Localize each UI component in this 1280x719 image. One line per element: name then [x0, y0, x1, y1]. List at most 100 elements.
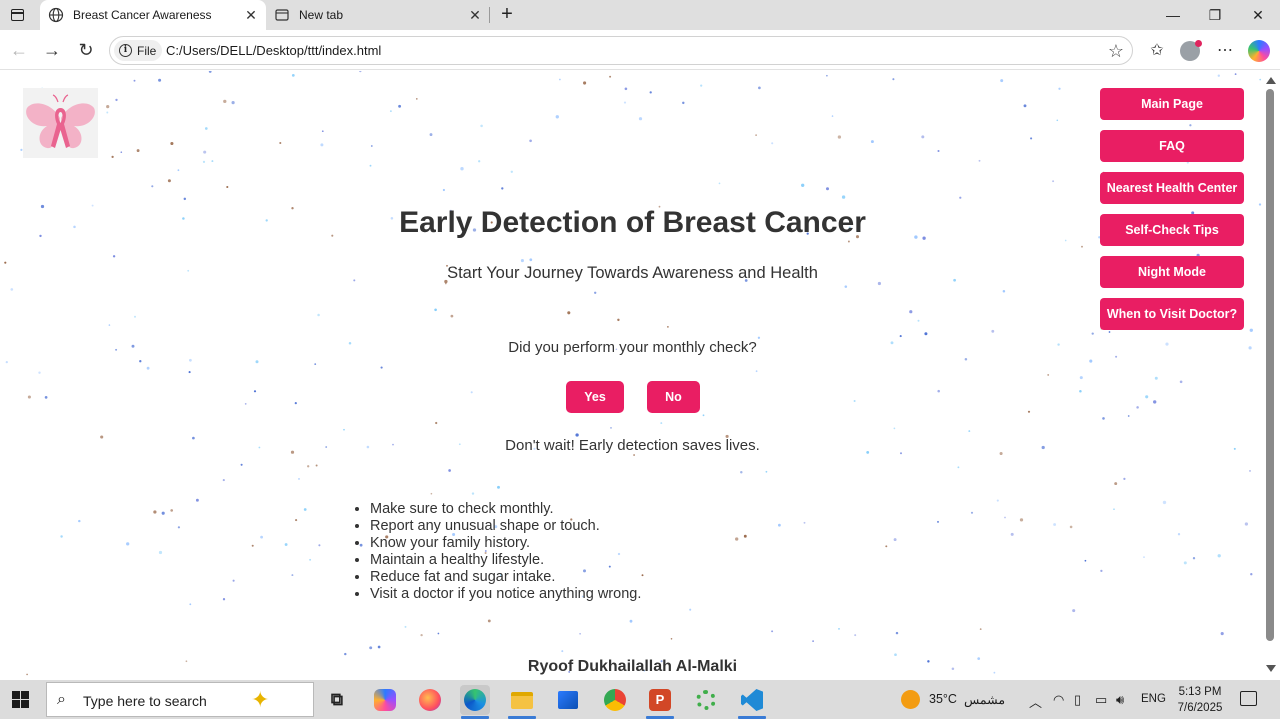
notification-icon[interactable] — [1240, 691, 1257, 706]
copilot-icon[interactable] — [1248, 40, 1270, 62]
forward-arrow-icon[interactable]: → — [41, 39, 63, 61]
sparkle-dot — [170, 509, 174, 512]
chevron-up-icon[interactable]: ︿ — [1029, 692, 1042, 711]
refresh-icon[interactable]: ↻ — [75, 39, 97, 61]
vscode-icon[interactable] — [737, 685, 767, 715]
when-to-visit-doctor-button[interactable]: When to Visit Doctor? — [1100, 298, 1244, 330]
system-clock[interactable]: 5:13 PM 7/6/2025 — [1170, 684, 1230, 716]
site-info-chip[interactable]: i File — [114, 40, 162, 61]
sparkle-dot — [307, 465, 310, 468]
sparkle-dot — [377, 645, 381, 649]
sparkle-dot — [183, 197, 187, 201]
sparkle-dot — [153, 510, 157, 514]
tab-divider — [489, 7, 490, 23]
sparkle-dot — [623, 101, 627, 104]
new-tab-button[interactable]: + — [497, 4, 517, 25]
tab-breast-cancer-awareness[interactable]: Breast Cancer Awareness ✕ — [40, 0, 266, 30]
sparkle-dot — [801, 183, 805, 187]
more-options-icon[interactable]: ⋯ — [1214, 38, 1236, 62]
sparkle-dot — [666, 325, 669, 328]
yes-button[interactable]: Yes — [566, 381, 624, 413]
language-indicator[interactable]: ENG — [1141, 693, 1166, 705]
sparkle-dot — [298, 477, 300, 480]
sparkle-dot — [899, 335, 902, 338]
favorite-star-icon[interactable]: ☆ — [1108, 41, 1124, 62]
sparkle-dot — [583, 81, 587, 85]
weather-temperature[interactable]: 35°C — [929, 692, 957, 706]
sparkle-dot — [189, 603, 192, 606]
sparkle-dot — [429, 133, 433, 137]
windows-start-icon[interactable] — [12, 691, 29, 708]
tips-list: Make sure to check monthly. Report any u… — [370, 501, 641, 603]
network-icon[interactable]: ◠ — [1053, 692, 1064, 708]
sparkle-dot — [765, 470, 768, 473]
sparkle-dot — [633, 454, 636, 456]
powerpoint-icon[interactable]: P — [645, 685, 675, 715]
minimize-icon[interactable]: — — [1163, 5, 1183, 25]
scroll-thumb[interactable] — [1266, 89, 1274, 641]
sparkle-dot — [1153, 400, 1157, 404]
close-tab-icon[interactable]: ✕ — [242, 6, 260, 24]
sparkle-dot — [303, 508, 307, 511]
meet-icon[interactable]: ▯ — [1074, 692, 1081, 708]
sparkle-dot — [442, 188, 445, 192]
chrome-icon[interactable] — [600, 685, 630, 715]
sparkle-dot — [895, 631, 899, 635]
nearest-health-center-button[interactable]: Nearest Health Center — [1100, 172, 1244, 204]
faq-button[interactable]: FAQ — [1100, 130, 1244, 162]
no-button[interactable]: No — [647, 381, 700, 413]
sparkle-dot — [501, 187, 504, 190]
sparkle-dot — [115, 98, 118, 102]
sparkle-dot — [369, 164, 372, 167]
restore-icon[interactable]: ❐ — [1205, 5, 1225, 25]
sparkle-dot — [964, 357, 968, 361]
sparkle-dot — [1072, 609, 1076, 613]
edge-icon[interactable] — [460, 685, 490, 715]
sparkle-dot — [232, 579, 235, 582]
globe-icon — [48, 7, 64, 23]
sparkle-dot — [847, 240, 850, 243]
task-view-icon[interactable]: ⧉ — [322, 685, 352, 715]
scroll-up-arrow-icon[interactable] — [1266, 77, 1276, 84]
store-icon[interactable] — [553, 685, 583, 715]
back-arrow-icon[interactable]: ← — [8, 39, 30, 61]
sparkle-dot — [435, 421, 438, 425]
sparkle-dot — [189, 358, 192, 362]
clock-date: 7/6/2025 — [1177, 702, 1223, 714]
sparkle-dot — [1002, 289, 1006, 293]
scroll-down-arrow-icon[interactable] — [1266, 665, 1276, 672]
sparkle-dot — [740, 470, 743, 474]
close-window-icon[interactable]: ✕ — [1248, 5, 1268, 25]
weather-condition[interactable]: مشمس — [964, 692, 1005, 707]
sparkle-dot — [610, 427, 612, 429]
firefox-icon[interactable] — [415, 685, 445, 715]
sparkle-dot — [978, 159, 981, 162]
copilot-app-icon[interactable] — [370, 685, 400, 715]
page-scrollbar[interactable] — [1262, 71, 1280, 678]
sparkle-dot — [134, 315, 136, 318]
url-text[interactable]: C:/Users/DELL/Desktop/ttt/index.html — [166, 43, 381, 58]
sun-weather-icon[interactable] — [901, 690, 920, 709]
sparkle-dot — [702, 414, 705, 417]
sparkle-dot — [309, 558, 312, 561]
taskbar-search-input[interactable]: ⌕ Type here to search ✦ — [46, 682, 314, 717]
sparkle-dot — [1113, 508, 1115, 511]
sparkle-dot — [1069, 525, 1073, 529]
close-tab-icon[interactable]: ✕ — [466, 6, 484, 24]
sparkle-dot — [434, 308, 437, 312]
sparkle-dot — [222, 479, 225, 482]
volume-icon[interactable]: 🔊︎ — [1116, 692, 1124, 708]
loading-ring-icon[interactable] — [691, 685, 721, 715]
tab-actions-icon[interactable] — [8, 6, 28, 24]
favorites-icon[interactable]: ✩ — [1146, 38, 1168, 62]
tab-new-tab[interactable]: New tab ✕ — [266, 0, 490, 30]
sparkle-dot — [448, 469, 451, 472]
sparkle-dot — [321, 130, 324, 133]
file-explorer-icon[interactable] — [507, 685, 537, 715]
sparkle-dot — [561, 650, 564, 653]
main-page-button[interactable]: Main Page — [1100, 88, 1244, 120]
sparkle-dot — [1220, 632, 1224, 636]
address-bar[interactable]: i File C:/Users/DELL/Desktop/ttt/index.h… — [109, 36, 1133, 65]
battery-icon[interactable]: ▭ — [1095, 692, 1107, 708]
sparkle-dot — [161, 511, 165, 515]
